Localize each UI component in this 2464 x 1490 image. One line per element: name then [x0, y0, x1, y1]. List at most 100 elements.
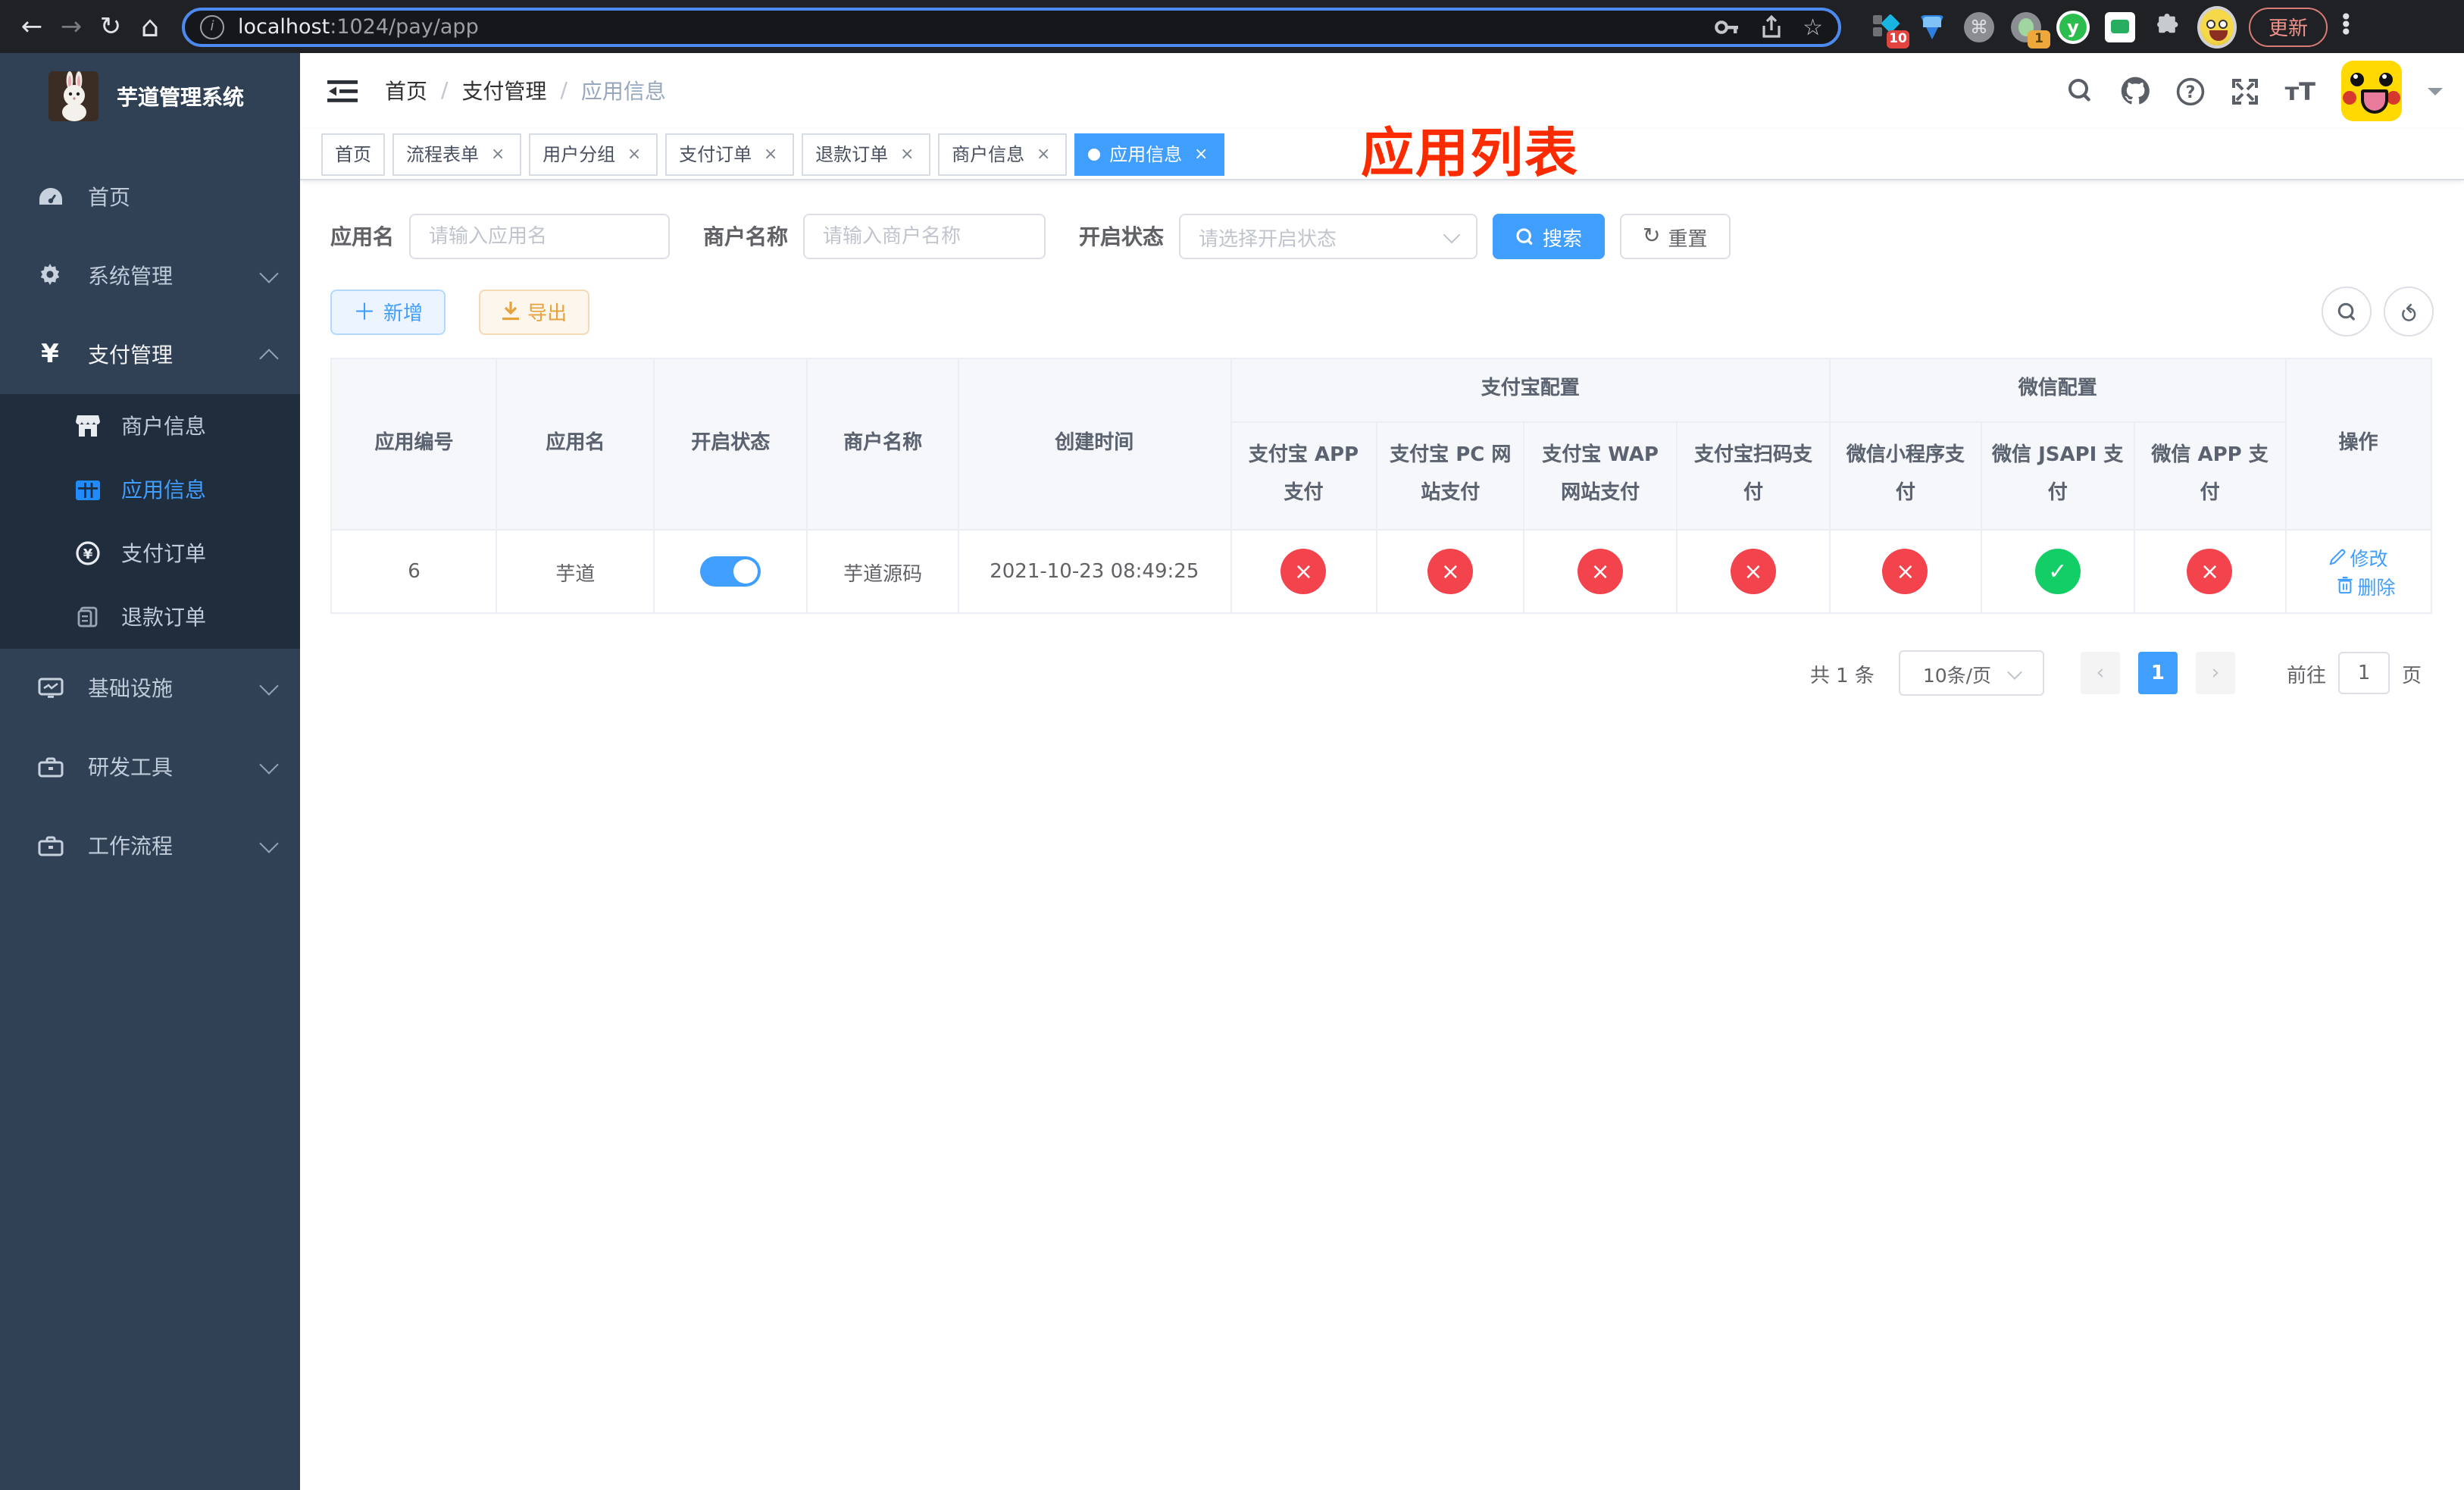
close-icon[interactable]: ×	[1033, 144, 1053, 164]
tab-user-group[interactable]: 用户分组 ×	[529, 133, 658, 175]
reload-icon[interactable]: ↻	[91, 7, 130, 46]
gear-icon	[33, 264, 67, 288]
breadcrumb-payment[interactable]: 支付管理	[461, 76, 546, 106]
prev-page-button[interactable]: ‹	[2080, 652, 2120, 694]
merchant-name-label: 商户名称	[703, 226, 788, 250]
page-unit-label: 页	[2401, 665, 2422, 687]
refresh-icon: ↻	[1643, 224, 1661, 249]
toggle-search-button[interactable]	[2322, 286, 2372, 337]
trash-icon	[2337, 577, 2353, 594]
navbar-actions: ? ᴛT	[2067, 61, 2443, 121]
document-icon	[73, 606, 103, 628]
user-avatar[interactable]	[2341, 61, 2402, 121]
refresh-table-button[interactable]: ⟲	[2384, 286, 2434, 337]
page-content: 应用名 商户名称 开启状态 请选择开启状态 搜索	[300, 180, 2464, 696]
cell-alipay-qr-status: ×	[1675, 529, 1831, 614]
sidebar-item-refund-orders[interactable]: 退款订单	[0, 585, 300, 649]
user-menu-caret-icon[interactable]	[2428, 87, 2443, 102]
add-button[interactable]: ＋ 新增	[330, 289, 446, 334]
merchant-name-input[interactable]	[803, 214, 1046, 259]
extensions-puzzle-icon[interactable]	[2150, 10, 2184, 43]
close-icon[interactable]: ×	[488, 144, 508, 164]
reset-button[interactable]: ↻ 重置	[1620, 214, 1731, 259]
total-count: 共 1 条	[1809, 665, 1875, 687]
browser-update-button[interactable]: 更新	[2249, 7, 2328, 46]
browser-profile-avatar[interactable]	[2197, 5, 2237, 48]
back-icon[interactable]: ←	[12, 7, 52, 46]
extension-command-icon[interactable]: ⌘	[1962, 10, 1996, 43]
close-icon[interactable]: ×	[761, 144, 780, 164]
extension-tabs-icon[interactable]: 10	[1868, 10, 1909, 48]
sidebar-item-workflow[interactable]: 工作流程	[0, 806, 300, 885]
extension-yuque-icon[interactable]: y	[2056, 10, 2090, 43]
next-page-button[interactable]: ›	[2195, 652, 2235, 694]
bookmark-star-icon[interactable]: ☆	[1803, 13, 1823, 40]
svg-text:¥: ¥	[83, 546, 93, 562]
sidebar-item-merchant-info[interactable]: 商户信息	[0, 394, 300, 458]
help-icon[interactable]: ?	[2176, 77, 2205, 105]
close-icon[interactable]: ×	[1191, 144, 1211, 164]
chevron-down-icon	[1443, 225, 1461, 243]
password-key-icon[interactable]	[1713, 17, 1739, 36]
extension-camera-icon[interactable]: 1	[2009, 10, 2050, 48]
github-icon[interactable]	[2120, 76, 2150, 106]
font-size-icon[interactable]: ᴛT	[2285, 77, 2315, 105]
browser-menu-icon[interactable]: • • •	[2340, 8, 2353, 44]
fullscreen-icon[interactable]	[2231, 77, 2259, 105]
delete-link[interactable]: 删除	[2336, 571, 2396, 600]
sidebar-item-dev-tools[interactable]: 研发工具	[0, 728, 300, 806]
app-logo-row[interactable]: 芋道管理系统	[0, 53, 300, 139]
extension-gem-icon[interactable]	[1915, 10, 1949, 43]
sidebar-item-system[interactable]: 系统管理	[0, 236, 300, 315]
sidebar-item-app-info[interactable]: 应用信息	[0, 458, 300, 521]
forward-icon[interactable]: →	[52, 7, 91, 46]
share-icon[interactable]	[1760, 14, 1781, 39]
svg-text:?: ?	[2185, 83, 2195, 102]
app-title: 芋道管理系统	[117, 86, 244, 110]
enabled-status-icon: ✓	[2034, 549, 2081, 594]
home-icon[interactable]: ⌂	[130, 7, 170, 46]
collapse-sidebar-icon[interactable]	[327, 78, 358, 104]
group-wechat-config: 微信配置	[1829, 358, 2287, 423]
site-info-icon[interactable]: i	[200, 14, 224, 39]
status-select[interactable]: 请选择开启状态	[1179, 214, 1477, 259]
shop-icon	[73, 415, 103, 437]
sidebar-item-payment[interactable]: ¥ 支付管理	[0, 315, 300, 394]
pencil-icon	[2328, 549, 2345, 565]
search-icon[interactable]	[2067, 77, 2094, 105]
goto-page-input[interactable]	[2337, 652, 2390, 694]
app-name-label: 应用名	[330, 226, 394, 250]
tab-merchant-info[interactable]: 商户信息 ×	[938, 133, 1068, 175]
address-bar[interactable]: i localhost:1024/pay/app ☆	[182, 7, 1841, 46]
tab-app-info[interactable]: 应用信息 ×	[1074, 133, 1225, 175]
tab-refund-orders[interactable]: 退款订单 ×	[802, 133, 931, 175]
col-alipay-app: 支付宝 APP 支付	[1230, 421, 1377, 531]
chevron-down-icon	[259, 833, 279, 853]
export-button[interactable]: 导出	[479, 289, 590, 334]
sidebar-item-home[interactable]: 首页	[0, 158, 300, 236]
sidebar-item-pay-orders[interactable]: ¥ 支付订单	[0, 521, 300, 585]
chevron-down-icon	[259, 754, 279, 774]
app-name-input[interactable]	[409, 214, 670, 259]
tab-home[interactable]: 首页	[321, 133, 386, 175]
close-icon[interactable]: ×	[624, 144, 644, 164]
page-1-button[interactable]: 1	[2137, 652, 2178, 694]
app-enabled-toggle[interactable]	[700, 556, 761, 587]
url-text[interactable]: localhost:1024/pay/app	[238, 14, 1713, 39]
tab-process-form[interactable]: 流程表单 ×	[392, 133, 522, 175]
group-alipay-config: 支付宝配置	[1230, 358, 1831, 423]
search-button[interactable]: 搜索	[1493, 214, 1606, 259]
disabled-status-icon: ×	[1427, 549, 1474, 594]
cell-app-id: 6	[330, 529, 498, 614]
breadcrumb-home[interactable]: 首页	[385, 76, 427, 106]
tab-pay-orders[interactable]: 支付订单 ×	[665, 133, 795, 175]
sidebar-item-infrastructure[interactable]: 基础设施	[0, 649, 300, 728]
extension-chat-icon[interactable]	[2103, 10, 2137, 43]
cell-wx-jsapi-status: ✓	[1980, 529, 2136, 614]
pagination: 共 1 条 10条/页 ‹ 1 › 前往 页	[330, 650, 2449, 696]
page-size-select[interactable]: 10条/页	[1898, 650, 2044, 696]
edit-link[interactable]: 修改	[2328, 543, 2388, 571]
close-icon[interactable]: ×	[897, 144, 917, 164]
cell-alipay-wap-status: ×	[1523, 529, 1678, 614]
yen-icon: ¥	[41, 340, 59, 370]
